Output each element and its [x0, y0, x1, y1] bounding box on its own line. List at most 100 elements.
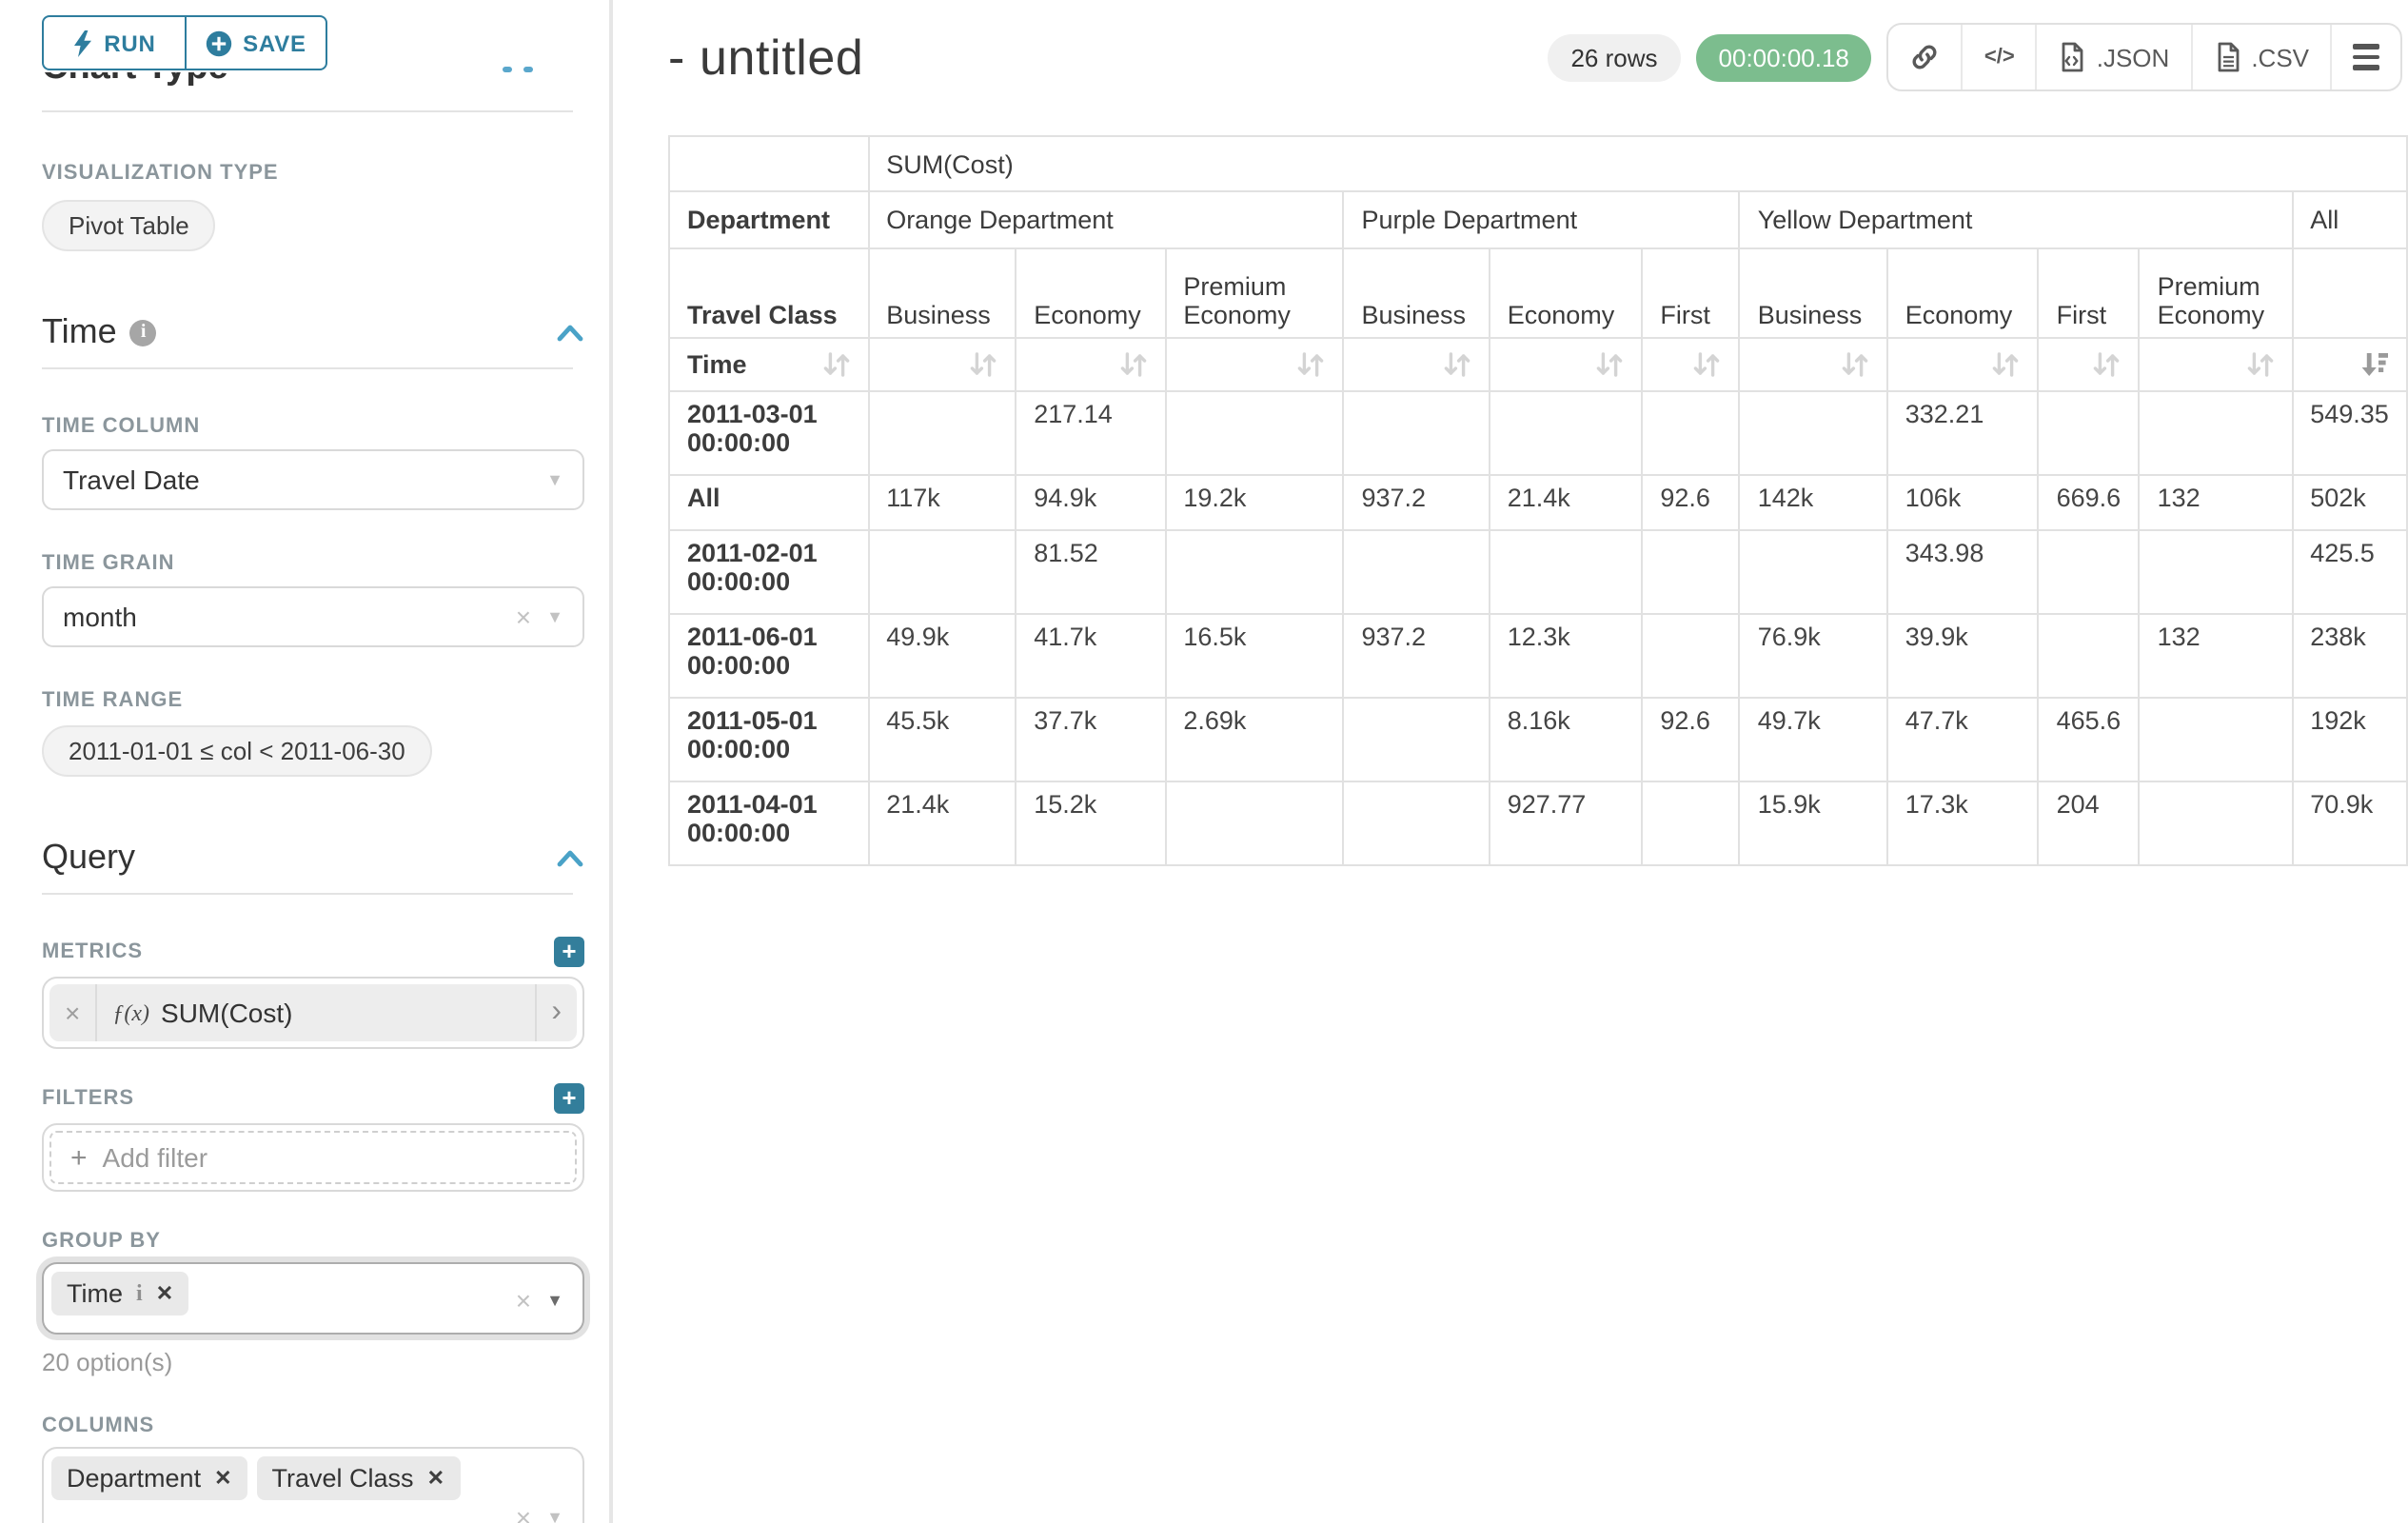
value-cell: 17.3k — [1887, 781, 2039, 865]
collapse-chevron-icon[interactable] — [556, 322, 584, 343]
sort-toggle-icon[interactable] — [1296, 350, 1325, 379]
time-sort-header[interactable]: Time — [669, 338, 868, 391]
value-cell: 45.5k — [868, 698, 1016, 781]
sort-header-cell[interactable] — [1642, 338, 1739, 391]
column-leaf-header: Economy — [1016, 248, 1165, 338]
value-cell: 117k — [868, 475, 1016, 530]
sort-header-cell[interactable] — [1016, 338, 1165, 391]
menu-button[interactable] — [2332, 25, 2400, 89]
value-cell: 204 — [2039, 781, 2140, 865]
query-section-header[interactable]: Query — [42, 838, 584, 878]
value-cell — [1740, 391, 1887, 475]
sort-toggle-icon[interactable] — [1693, 350, 1722, 379]
sort-toggle-icon[interactable] — [1595, 350, 1624, 379]
sort-toggle-icon[interactable] — [821, 350, 850, 379]
dimension-chip[interactable]: Travel Class✕ — [257, 1456, 460, 1500]
chip-remove-icon[interactable]: ✕ — [214, 1466, 231, 1491]
clear-icon[interactable]: × — [516, 1502, 531, 1523]
section-divider — [42, 110, 573, 112]
sort-toggle-icon[interactable] — [969, 350, 997, 379]
value-cell: 217.14 — [1016, 391, 1165, 475]
sort-header-cell[interactable] — [868, 338, 1016, 391]
save-button[interactable]: SAVE — [184, 15, 327, 70]
time-section-header[interactable]: Timei — [42, 312, 584, 352]
clear-icon[interactable]: × — [516, 1285, 531, 1315]
value-cell: 332.21 — [1887, 391, 2039, 475]
file-text-icon — [2213, 42, 2241, 72]
sort-header-cell[interactable] — [1887, 338, 2039, 391]
add-metric-button[interactable]: + — [554, 937, 584, 967]
dimension-chip[interactable]: Department✕ — [51, 1456, 247, 1500]
info-icon: i — [130, 319, 157, 346]
column-leaf-header: Business — [1343, 248, 1489, 338]
remove-metric-icon[interactable]: × — [49, 984, 97, 1041]
value-cell: 12.3k — [1490, 614, 1643, 698]
collapse-chevron-icon[interactable] — [556, 847, 584, 868]
app-window: RUN SAVE Chart Type VISUALIZATION TYPE P… — [0, 0, 2408, 1523]
sort-header-cell[interactable] — [1343, 338, 1489, 391]
value-cell — [2140, 530, 2293, 614]
filters-label: FILTERS — [42, 1087, 134, 1110]
value-cell: 47.7k — [1887, 698, 2039, 781]
chip-remove-icon[interactable]: ✕ — [427, 1466, 444, 1491]
chip-label: Time — [67, 1279, 123, 1308]
sort-header-cell[interactable] — [2292, 338, 2407, 391]
sort-header-cell[interactable] — [1165, 338, 1343, 391]
expand-metric-chevron-icon[interactable]: › — [534, 984, 577, 1041]
value-cell: 142k — [1740, 475, 1887, 530]
chip-remove-icon[interactable]: ✕ — [156, 1281, 173, 1306]
drag-handle-dots[interactable] — [503, 67, 533, 72]
metric-chip[interactable]: × ƒ(x) SUM(Cost) › — [49, 984, 577, 1041]
time-section-title: Time — [42, 312, 117, 352]
pivot-table: SUM(Cost)DepartmentOrange DepartmentPurp… — [668, 135, 2408, 866]
value-cell: 425.5 — [2292, 530, 2407, 614]
embed-code-button[interactable]: </> — [1964, 25, 2038, 89]
value-cell — [868, 530, 1016, 614]
group-by-select[interactable]: Timei✕ × ▼ — [42, 1262, 584, 1335]
share-link-button[interactable] — [1889, 25, 1964, 89]
value-cell: 94.9k — [1016, 475, 1165, 530]
run-button[interactable]: RUN — [42, 15, 184, 70]
sort-toggle-icon[interactable] — [2245, 350, 2274, 379]
add-filter-plus-button[interactable]: + — [554, 1083, 584, 1114]
sort-header-cell[interactable] — [2039, 338, 2140, 391]
column-leaf-header: Economy — [1490, 248, 1643, 338]
sort-descending-icon[interactable] — [2360, 350, 2389, 379]
sort-header-cell[interactable] — [1740, 338, 1887, 391]
value-cell — [2140, 781, 2293, 865]
export-json-button[interactable]: .JSON — [2038, 25, 2193, 89]
value-cell: 549.35 — [2292, 391, 2407, 475]
run-button-label: RUN — [104, 30, 155, 56]
time-range-pill[interactable]: 2011-01-01 ≤ col < 2011-06-30 — [42, 725, 432, 777]
value-cell: 937.2 — [1343, 614, 1489, 698]
dimension-chip[interactable]: Timei ✕ — [51, 1272, 188, 1315]
sort-toggle-icon[interactable] — [2093, 350, 2122, 379]
viz-type-value[interactable]: Pivot Table — [42, 200, 216, 251]
value-cell — [868, 391, 1016, 475]
sort-toggle-icon[interactable] — [1992, 350, 2021, 379]
add-filter-button[interactable]: + Add filter — [49, 1131, 577, 1184]
column-leaf-header: Business — [1740, 248, 1887, 338]
clear-icon[interactable]: × — [516, 602, 531, 632]
value-cell — [1490, 530, 1643, 614]
value-cell: 465.6 — [2039, 698, 2140, 781]
table-row: 2011-06-01 00:00:0049.9k41.7k16.5k937.21… — [669, 614, 2407, 698]
sort-header-cell[interactable] — [2140, 338, 2293, 391]
sort-toggle-icon[interactable] — [1841, 350, 1869, 379]
sort-toggle-icon[interactable] — [1443, 350, 1471, 379]
time-grain-select[interactable]: month × ▼ — [42, 586, 584, 647]
export-csv-button[interactable]: .CSV — [2192, 25, 2332, 89]
sort-toggle-icon[interactable] — [1118, 350, 1147, 379]
time-column-select[interactable]: Travel Date ▼ — [42, 449, 584, 510]
value-cell — [1165, 391, 1343, 475]
value-cell: 106k — [1887, 475, 2039, 530]
row-subdimension-header: Travel Class — [669, 248, 868, 338]
value-cell: 8.16k — [1490, 698, 1643, 781]
caret-down-icon: ▼ — [546, 607, 563, 626]
value-cell: 19.2k — [1165, 475, 1343, 530]
chip-info-icon: i — [136, 1279, 143, 1308]
columns-select[interactable]: Department✕Travel Class✕ × ▼ — [42, 1447, 584, 1523]
sort-header-cell[interactable] — [1490, 338, 1643, 391]
value-cell: 669.6 — [2039, 475, 2140, 530]
row-header-cell: 2011-02-01 00:00:00 — [669, 530, 868, 614]
